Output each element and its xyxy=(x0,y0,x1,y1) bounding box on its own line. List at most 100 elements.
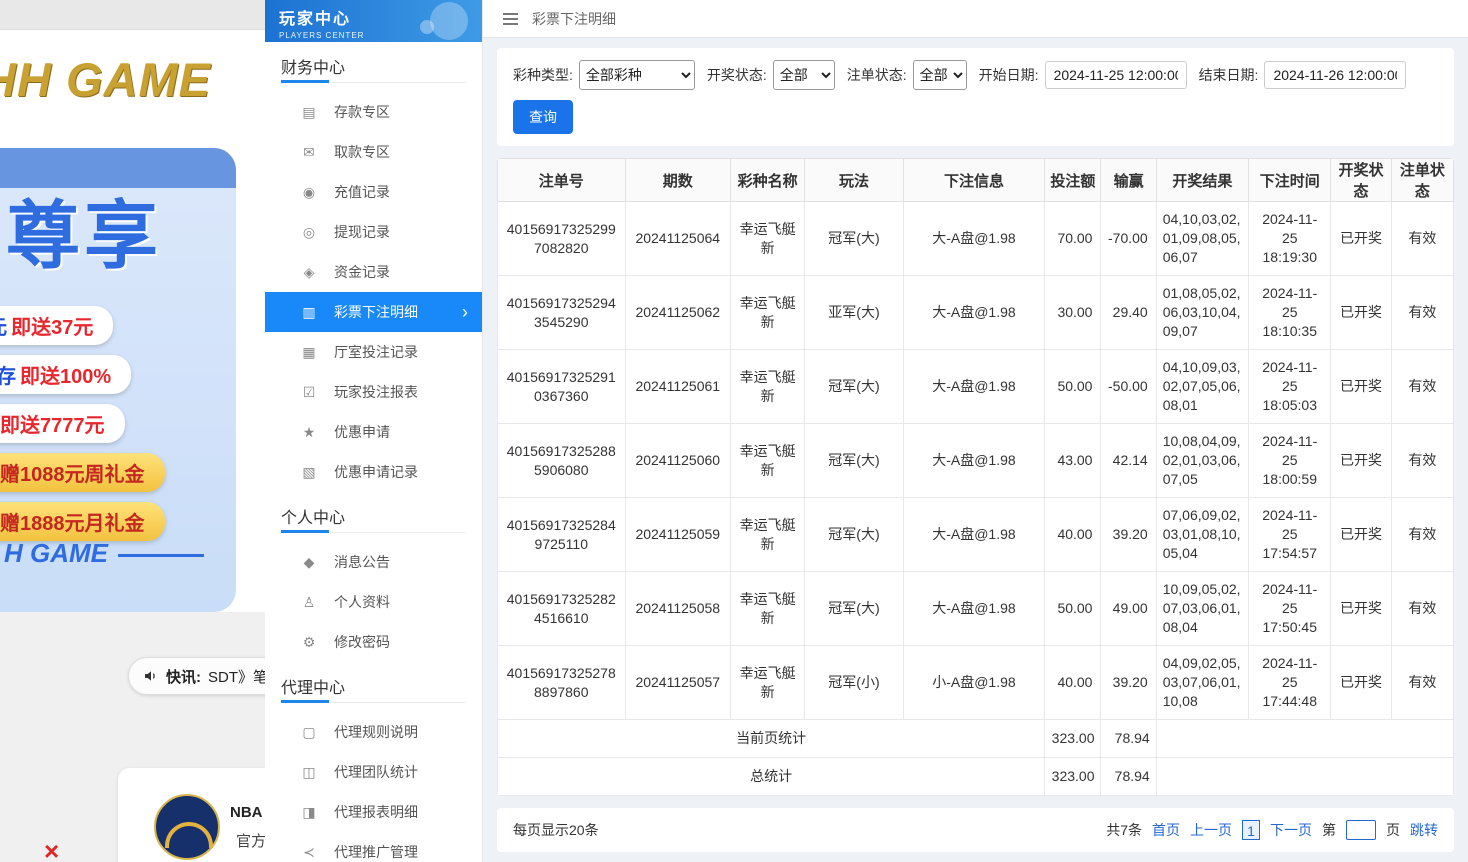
menu-item-icon: ★ xyxy=(301,424,317,441)
sidebar: 玩家中心 PLAYERS CENTER 财务中心 ▤ 存款专区 › ✉ 取款专区… xyxy=(265,0,483,862)
team-logo-icon xyxy=(154,794,220,860)
menu-item-label: 提现记录 xyxy=(334,222,390,242)
cell-amount: 40.00 xyxy=(1045,498,1101,572)
end-date-label: 结束日期: xyxy=(1199,65,1259,85)
col-order-id: 注单号 xyxy=(498,159,626,202)
table-row: 401569173252943545290 20241125062 幸运飞艇新 … xyxy=(498,276,1454,350)
jump-page-input[interactable] xyxy=(1346,820,1376,840)
table-row: 401569173252824516610 20241125058 幸运飞艇新 … xyxy=(498,572,1454,646)
cell-lottery: 幸运飞艇新 xyxy=(730,646,804,720)
sidebar-menu-item[interactable]: ◈ 资金记录 › xyxy=(265,252,482,292)
order-status-label: 注单状态: xyxy=(847,65,907,85)
sidebar-menu-item[interactable]: ♙ 个人资料 › xyxy=(265,582,482,622)
sidebar-menu-item[interactable]: ✉ 取款专区 › xyxy=(265,132,482,172)
cell-period: 20241125060 xyxy=(625,424,730,498)
jump-button[interactable]: 跳转 xyxy=(1410,820,1438,840)
menu-item-label: 资金记录 xyxy=(334,262,390,282)
order-status-select[interactable]: 全部 xyxy=(913,60,967,90)
cell-bet-info: 大-A盘@1.98 xyxy=(903,350,1045,424)
cell-result: 01,08,05,02,06,03,10,04,09,07 xyxy=(1156,276,1248,350)
cell-time: 2024-11-25 17:44:48 xyxy=(1249,646,1331,720)
marquee-text: SDT》笔 xyxy=(208,666,265,687)
sidebar-menu-item[interactable]: ◨ 代理报表明细 › xyxy=(265,792,482,832)
table-row: 401569173252997082820 20241125064 幸运飞艇新 … xyxy=(498,202,1454,276)
start-date-input[interactable] xyxy=(1045,61,1187,89)
sidebar-menu-item[interactable]: ▤ 存款专区 › xyxy=(265,92,482,132)
sidebar-menu-item[interactable]: ⚙ 修改密码 › xyxy=(265,622,482,662)
jump-label-post: 页 xyxy=(1386,820,1400,840)
cell-order-id: 401569173252910367360 xyxy=(498,350,626,424)
menu-item-icon: ◆ xyxy=(301,554,317,571)
sidebar-menu-item[interactable]: ▢ 代理规则说明 › xyxy=(265,712,482,752)
menu-item-icon: ◨ xyxy=(301,804,317,821)
draw-status-select[interactable]: 全部 xyxy=(773,60,835,90)
cell-order-id: 401569173252824516610 xyxy=(498,572,626,646)
sidebar-menu-item[interactable]: ▦ 厅室投注记录 › xyxy=(265,332,482,372)
section-finance-center: 财务中心 xyxy=(265,42,482,92)
menu-item-icon: ◎ xyxy=(301,224,317,241)
screen: HH GAME 尊享 0元即送37元 首存即送100% 注即送7777元 加赠1… xyxy=(0,0,1468,862)
cell-draw-status: 已开奖 xyxy=(1331,498,1391,572)
total-summary-win: 78.94 xyxy=(1101,758,1156,796)
sidebar-menu-item[interactable]: ◎ 提现记录 › xyxy=(265,212,482,252)
prev-page-link[interactable]: 上一页 xyxy=(1190,820,1232,840)
table-row: 401569173252788897860 20241125057 幸运飞艇新 … xyxy=(498,646,1454,720)
sidebar-menu-item[interactable]: ☑ 玩家投注报表 › xyxy=(265,372,482,412)
cell-result: 04,09,02,05,03,07,06,01,10,08 xyxy=(1156,646,1248,720)
cell-win: 29.40 xyxy=(1101,276,1156,350)
col-result: 开奖结果 xyxy=(1156,159,1248,202)
cell-amount: 43.00 xyxy=(1045,424,1101,498)
page-summary-label: 当前页统计 xyxy=(498,720,1045,758)
speaker-icon xyxy=(143,668,159,684)
end-date-input[interactable] xyxy=(1264,61,1406,89)
main-header: 彩票下注明细 xyxy=(483,0,1468,38)
cell-result: 04,10,09,03,02,07,05,06,08,01 xyxy=(1156,350,1248,424)
cell-draw-status: 已开奖 xyxy=(1331,350,1391,424)
sidebar-menu-item[interactable]: ◫ 代理团队统计 › xyxy=(265,752,482,792)
menu-item-icon: ▧ xyxy=(301,464,317,481)
sidebar-menu-item[interactable]: ◆ 消息公告 › xyxy=(265,542,482,582)
close-icon[interactable]: × xyxy=(44,838,59,862)
col-win: 输赢 xyxy=(1101,159,1156,202)
filter-panel: 彩种类型: 全部彩种 开奖状态: 全部 注单状态: xyxy=(497,48,1454,146)
cell-bet-info: 大-A盘@1.98 xyxy=(903,424,1045,498)
cell-play: 冠军(大) xyxy=(805,498,903,572)
total-summary-row: 总统计 323.00 78.94 xyxy=(498,758,1454,796)
cell-order-status: 有效 xyxy=(1391,572,1453,646)
menu-item-label: 代理推广管理 xyxy=(334,842,418,862)
cell-period: 20241125064 xyxy=(625,202,730,276)
cell-result: 04,10,03,02,01,09,08,05,06,07 xyxy=(1156,202,1248,276)
cell-time: 2024-11-25 18:19:30 xyxy=(1249,202,1331,276)
table-body: 401569173252997082820 20241125064 幸运飞艇新 … xyxy=(498,202,1454,720)
menu-item-label: 消息公告 xyxy=(334,552,390,572)
total-summary-bet: 323.00 xyxy=(1045,758,1101,796)
current-page[interactable]: 1 xyxy=(1242,820,1260,840)
sidebar-menu-item[interactable]: ▥ 彩票下注明细 › xyxy=(265,292,482,332)
news-marquee: 快讯: SDT》笔 xyxy=(128,657,265,695)
cell-win: -70.00 xyxy=(1101,202,1156,276)
menu-item-icon: ≺ xyxy=(301,844,317,861)
page-summary-bet: 323.00 xyxy=(1045,720,1101,758)
cell-order-id: 401569173252788897860 xyxy=(498,646,626,720)
cell-win: -50.00 xyxy=(1101,350,1156,424)
table-header-row: 注单号 期数 彩种名称 玩法 下注信息 投注额 输赢 开奖结果 下注时间 开奖状… xyxy=(498,159,1454,202)
menu-item-label: 彩票下注明细 xyxy=(334,302,418,322)
next-page-link[interactable]: 下一页 xyxy=(1270,820,1312,840)
cell-amount: 70.00 xyxy=(1045,202,1101,276)
finance-menu: ▤ 存款专区 › ✉ 取款专区 › ◉ 充值记录 › ◎ xyxy=(265,92,482,492)
menu-item-label: 代理团队统计 xyxy=(334,762,418,782)
cell-win: 39.20 xyxy=(1101,646,1156,720)
promo-hero-footer: H GAME xyxy=(4,538,204,569)
first-page-link[interactable]: 首页 xyxy=(1152,820,1180,840)
cell-time: 2024-11-25 17:50:45 xyxy=(1249,572,1331,646)
sidebar-menu-item[interactable]: ◉ 充值记录 › xyxy=(265,172,482,212)
promo-badge: 0元即送37元 xyxy=(0,306,113,345)
lottery-type-select[interactable]: 全部彩种 xyxy=(579,60,695,90)
sidebar-menu-item[interactable]: ▧ 优惠申请记录 › xyxy=(265,452,482,492)
cell-order-status: 有效 xyxy=(1391,646,1453,720)
sidebar-menu-item[interactable]: ≺ 代理推广管理 › xyxy=(265,832,482,862)
menu-toggle-icon[interactable] xyxy=(503,13,518,25)
sidebar-menu-item[interactable]: ★ 优惠申请 › xyxy=(265,412,482,452)
search-button[interactable]: 查询 xyxy=(513,100,573,134)
cell-amount: 50.00 xyxy=(1045,572,1101,646)
